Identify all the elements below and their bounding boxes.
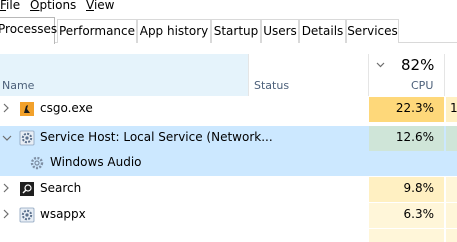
- tab-services[interactable]: Services: [346, 19, 399, 43]
- cpu-cell: 9.8%: [369, 177, 444, 202]
- expand-chevron-icon[interactable]: [2, 183, 10, 193]
- memory-cell: [446, 126, 457, 151]
- service-name: Windows Audio: [50, 155, 142, 169]
- cpu-cell: [369, 229, 444, 242]
- column-name-header[interactable]: [0, 54, 248, 96]
- column-cpu-label[interactable]: CPU: [411, 79, 433, 92]
- cpu-cell: 22.3%: [369, 97, 444, 122]
- csgo-icon: [20, 102, 34, 116]
- menu-file[interactable]: File: [0, 0, 20, 12]
- expand-chevron-icon[interactable]: [2, 103, 10, 113]
- process-row-search[interactable]: Search 9.8%: [0, 177, 457, 202]
- memory-cell: [446, 177, 457, 202]
- memory-cell: 1,: [446, 97, 457, 122]
- tab-processes[interactable]: Processes: [0, 17, 57, 44]
- column-name-label: Name: [2, 79, 35, 92]
- process-name: wsappx: [40, 207, 86, 221]
- process-row-service-host[interactable]: Service Host: Local Service (Network... …: [0, 126, 457, 151]
- menu-bar: File Options View: [0, 0, 457, 16]
- process-name: Service Host: Local Service (Network...: [40, 130, 273, 144]
- expand-chevron-icon[interactable]: [2, 209, 10, 219]
- column-status-label[interactable]: Status: [254, 79, 289, 92]
- tab-strip: Processes Performance App history Startu…: [0, 17, 457, 44]
- gear-icon: [19, 207, 35, 223]
- process-row-partial[interactable]: [0, 229, 457, 242]
- tab-startup[interactable]: Startup: [211, 19, 261, 43]
- column-divider[interactable]: [444, 54, 445, 96]
- process-name: csgo.exe: [40, 101, 93, 115]
- tab-app-history[interactable]: App history: [137, 19, 211, 43]
- memory-cell: [446, 203, 457, 228]
- tab-users[interactable]: Users: [261, 19, 299, 43]
- process-row-wsappx[interactable]: wsappx 6.3%: [0, 203, 457, 228]
- process-name: Search: [40, 181, 82, 195]
- menu-view[interactable]: View: [86, 0, 114, 12]
- cpu-cell: 6.3%: [369, 203, 444, 228]
- collapse-chevron-icon[interactable]: [2, 134, 12, 142]
- process-row-csgo[interactable]: csgo.exe 22.3% 1,: [0, 97, 457, 122]
- tab-details[interactable]: Details: [299, 19, 346, 43]
- column-divider[interactable]: [368, 54, 369, 96]
- gear-icon: [19, 130, 35, 146]
- memory-cell: [446, 229, 457, 242]
- sort-chevron-down-icon[interactable]: [376, 62, 385, 68]
- service-row-windows-audio[interactable]: Windows Audio: [0, 151, 457, 176]
- column-header: Name Status 82% CPU: [0, 54, 457, 96]
- gear-icon: [30, 156, 44, 170]
- menu-options[interactable]: Options: [30, 0, 76, 12]
- column-divider[interactable]: [248, 54, 249, 96]
- cpu-total-percent: 82%: [401, 56, 435, 74]
- tab-performance[interactable]: Performance: [57, 19, 137, 43]
- search-icon: [20, 182, 34, 196]
- cpu-cell: 12.6%: [369, 126, 444, 151]
